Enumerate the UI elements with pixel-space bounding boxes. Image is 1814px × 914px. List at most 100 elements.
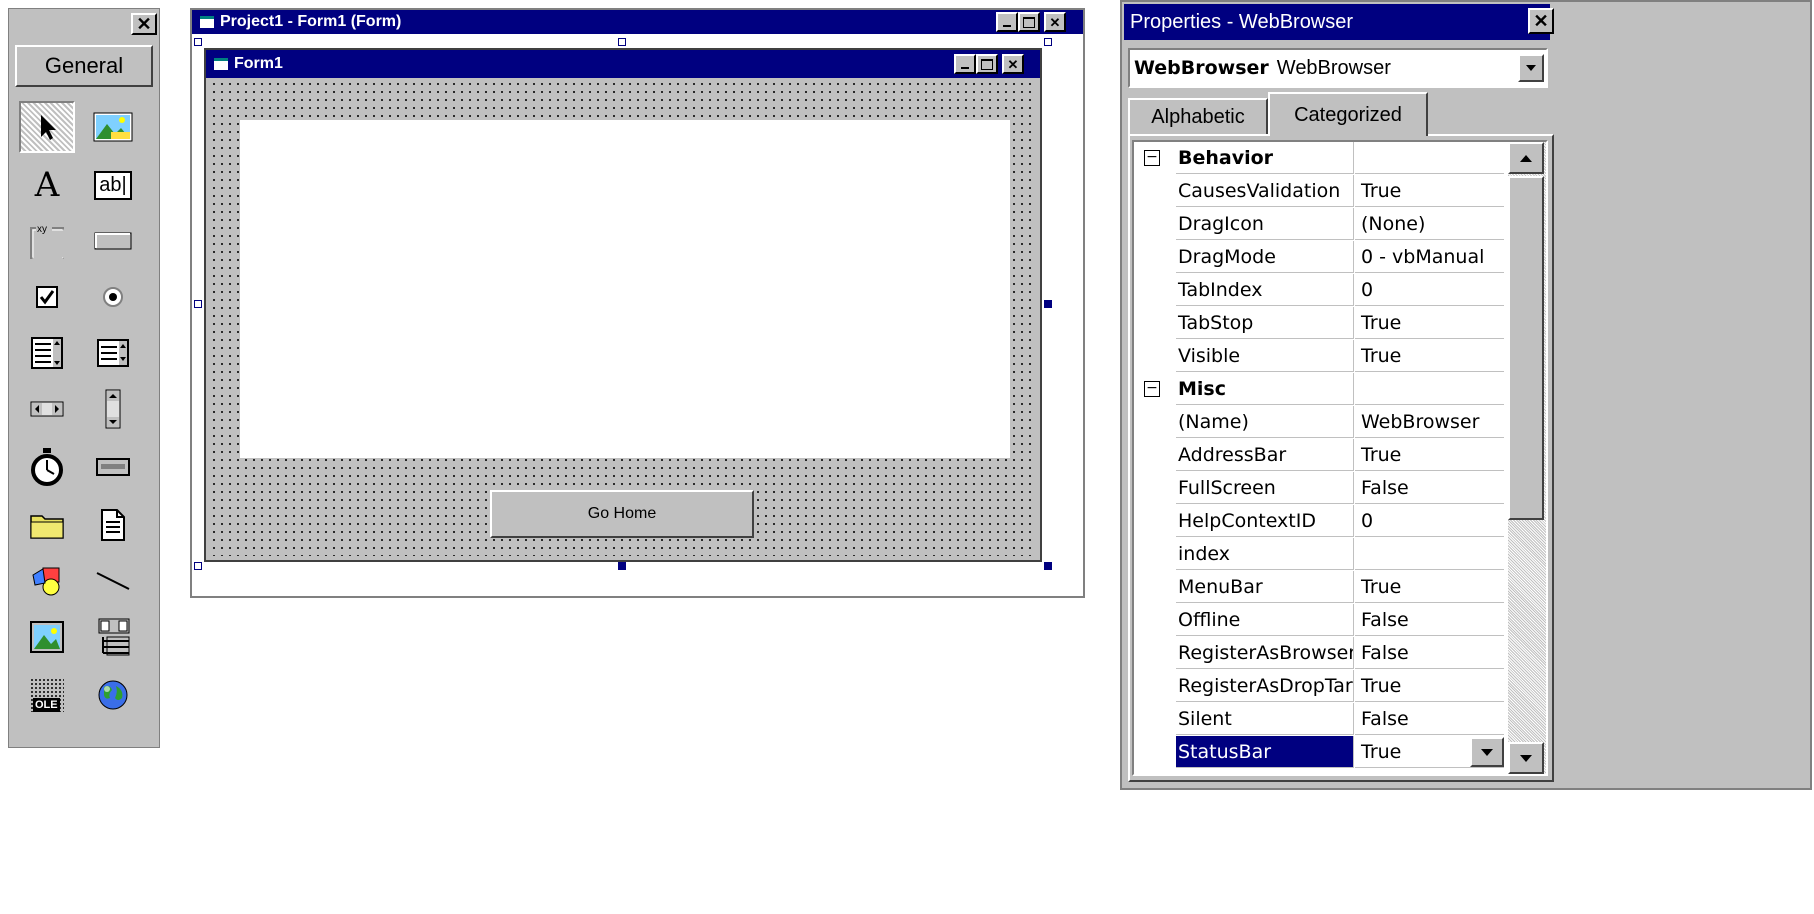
property-value[interactable]: True [1355, 571, 1504, 603]
listbox-tool[interactable] [85, 327, 141, 379]
vscrollbar-tool[interactable] [85, 383, 141, 435]
property-value[interactable]: True [1355, 307, 1504, 339]
webbrowser-control[interactable] [240, 120, 1010, 458]
property-value[interactable]: True [1355, 340, 1504, 372]
property-value[interactable]: 0 [1355, 505, 1504, 537]
designer-minimize-button[interactable] [996, 12, 1018, 32]
resize-handle[interactable] [194, 562, 202, 570]
dirlistbox-tool[interactable] [19, 499, 75, 551]
line-tool[interactable] [85, 555, 141, 607]
property-name: CausesValidation [1176, 175, 1354, 207]
properties-close-button[interactable]: ✕ [1528, 8, 1554, 34]
filelistbox-tool[interactable] [85, 499, 141, 551]
toolbox-close-button[interactable]: ✕ [131, 13, 157, 35]
frame-tool[interactable]: xy [19, 215, 75, 267]
data-tool[interactable] [85, 611, 141, 663]
scroll-down-button[interactable] [1508, 742, 1544, 774]
webbrowser-tool[interactable] [85, 669, 141, 721]
scroll-thumb[interactable] [1508, 176, 1544, 520]
property-row[interactable]: FullScreen False [1134, 472, 1504, 505]
property-value[interactable]: False [1355, 703, 1504, 735]
resize-handle[interactable] [1044, 38, 1052, 46]
property-name: AddressBar [1176, 439, 1354, 471]
property-value[interactable]: True [1355, 670, 1504, 702]
property-value[interactable]: WebBrowser [1355, 406, 1504, 438]
property-name: Offline [1176, 604, 1354, 636]
object-selector[interactable]: WebBrowser WebBrowser [1128, 48, 1548, 88]
resize-handle[interactable] [194, 300, 202, 308]
property-row[interactable]: Offline False [1134, 604, 1504, 637]
property-row[interactable]: (Name) WebBrowser [1134, 406, 1504, 439]
shape-tool[interactable] [19, 555, 75, 607]
property-row[interactable]: TabStop True [1134, 307, 1504, 340]
tab-alphabetic[interactable]: Alphabetic [1128, 98, 1268, 134]
property-row[interactable]: RegisterAsDropTargetTrue [1134, 670, 1504, 703]
property-row[interactable]: DragMode 0 - vbManual [1134, 241, 1504, 274]
property-row[interactable]: RegisterAsBrowser False [1134, 637, 1504, 670]
form1-close-button[interactable]: ✕ [1002, 54, 1024, 74]
collapse-icon[interactable]: − [1144, 150, 1160, 166]
property-value[interactable]: False [1355, 472, 1504, 504]
property-row[interactable]: MenuBar True [1134, 571, 1504, 604]
property-grid[interactable]: − Behavior CausesValidation True DragIcon (No… [1132, 140, 1548, 776]
textbox-tool[interactable]: ab| [85, 159, 141, 211]
property-name: MenuBar [1176, 571, 1354, 603]
timer-tool[interactable] [19, 441, 75, 493]
property-category-row[interactable]: − Misc [1134, 373, 1504, 406]
resize-handle[interactable] [1044, 562, 1052, 570]
resize-handle[interactable] [1044, 300, 1052, 308]
ole-tool[interactable]: OLE [19, 669, 75, 721]
property-value[interactable]: False [1355, 637, 1504, 669]
drivelistbox-tool[interactable] [85, 441, 141, 493]
scroll-up-button[interactable] [1508, 142, 1544, 174]
go-home-button[interactable]: Go Home [490, 490, 754, 538]
shape-icon [32, 567, 60, 596]
drivelistbox-icon [96, 458, 130, 476]
property-row[interactable]: CausesValidation True [1134, 175, 1504, 208]
form1-maximize-button[interactable] [976, 54, 998, 74]
designer-maximize-button[interactable] [1018, 12, 1040, 32]
resize-handle[interactable] [618, 562, 626, 570]
property-row[interactable]: StatusBar True [1134, 736, 1504, 769]
designer-title: Project1 - Form1 (Form) [220, 13, 402, 30]
collapse-icon[interactable]: − [1144, 381, 1160, 397]
pointer-tool[interactable] [19, 101, 75, 153]
property-value[interactable] [1355, 538, 1504, 570]
property-value[interactable]: 0 [1355, 274, 1504, 306]
picturebox-tool[interactable] [85, 101, 141, 153]
combobox-tool[interactable] [19, 327, 75, 379]
property-row[interactable]: DragIcon (None) [1134, 208, 1504, 241]
form1-minimize-button[interactable] [954, 54, 976, 74]
commandbutton-icon [94, 232, 132, 250]
property-grid-scrollbar[interactable] [1508, 142, 1546, 774]
value-dropdown-button[interactable] [1470, 737, 1504, 767]
designer-close-button[interactable]: ✕ [1044, 12, 1066, 32]
optionbutton-tool[interactable] [85, 271, 141, 323]
commandbutton-tool[interactable] [85, 215, 141, 267]
property-row[interactable]: TabIndex 0 [1134, 274, 1504, 307]
form-design-surface[interactable]: Go Home [210, 80, 1036, 556]
property-row[interactable]: HelpContextID 0 [1134, 505, 1504, 538]
resize-handle[interactable] [194, 38, 202, 46]
image-tool[interactable] [19, 611, 75, 663]
property-value[interactable]: (None) [1355, 208, 1504, 240]
property-row[interactable]: Visible True [1134, 340, 1504, 373]
object-selector-dropdown-button[interactable] [1518, 54, 1544, 82]
property-row[interactable]: AddressBar True [1134, 439, 1504, 472]
checkbox-tool[interactable] [19, 271, 75, 323]
label-tool[interactable]: A [19, 159, 75, 211]
property-row[interactable]: Silent False [1134, 703, 1504, 736]
property-row-gutter [1134, 472, 1176, 505]
toolbox-general-tab[interactable]: General [15, 45, 153, 87]
resize-handle[interactable] [618, 38, 626, 46]
property-row[interactable]: index [1134, 538, 1504, 571]
property-row-gutter [1134, 208, 1176, 241]
property-value[interactable]: True [1355, 439, 1504, 471]
form1-window[interactable]: Form1 ✕ Go Home [204, 48, 1042, 562]
property-value[interactable]: False [1355, 604, 1504, 636]
hscrollbar-tool[interactable] [19, 383, 75, 435]
tab-categorized[interactable]: Categorized [1268, 92, 1428, 136]
property-category-row[interactable]: − Behavior [1134, 142, 1504, 175]
property-value[interactable]: 0 - vbManual [1355, 241, 1504, 273]
property-value[interactable]: True [1355, 175, 1504, 207]
